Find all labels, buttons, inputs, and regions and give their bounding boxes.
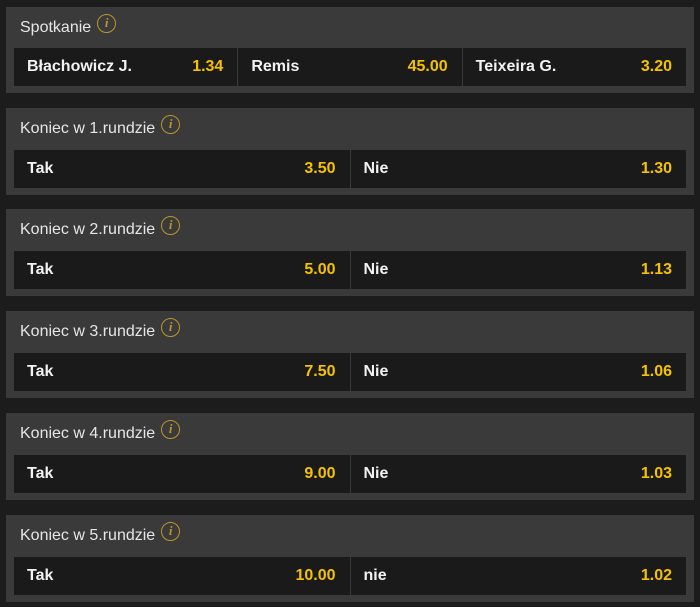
outcome-button-yes[interactable]: Tak 9.00 — [14, 455, 350, 493]
info-icon[interactable]: i — [97, 13, 117, 33]
outcome-odds: 1.06 — [640, 363, 672, 380]
outcome-odds: 45.00 — [407, 58, 448, 75]
outcome-button-yes[interactable]: Tak 10.00 — [14, 557, 350, 595]
info-icon[interactable]: i — [161, 521, 181, 541]
outcome-odds: 10.00 — [295, 567, 336, 584]
outcome-button-no[interactable]: Nie 1.30 — [349, 150, 687, 188]
outcome-name: Tak — [27, 261, 54, 278]
odds-row: Tak 9.00 Nie 1.03 — [14, 455, 686, 493]
outcome-name: Nie — [363, 465, 389, 482]
outcome-odds: 1.13 — [640, 261, 672, 278]
market-end-round-3: Koniec w 3.rundzie i Tak 7.50 Nie 1.06 — [6, 311, 694, 398]
odds-row: Błachowicz J. 1.34 Remis 45.00 Teixeira … — [14, 48, 686, 86]
info-icon[interactable]: i — [161, 114, 181, 134]
info-icon[interactable]: i — [161, 215, 181, 235]
outcome-name: Tak — [27, 567, 54, 584]
odds-row: Tak 10.00 nie 1.02 — [14, 557, 686, 595]
market-match-result: Spotkanie i Błachowicz J. 1.34 Remis 45.… — [6, 7, 694, 93]
market-title: Koniec w 5.rundzie — [20, 527, 156, 544]
outcome-odds: 1.30 — [640, 160, 672, 177]
outcome-button-yes[interactable]: Tak 3.50 — [14, 150, 350, 188]
market-header: Koniec w 3.rundzie i — [6, 311, 694, 353]
outcome-name: Remis — [251, 58, 300, 75]
market-end-round-2: Koniec w 2.rundzie i Tak 5.00 Nie 1.13 — [6, 209, 694, 296]
outcome-odds: 1.34 — [192, 58, 224, 75]
market-header: Koniec w 4.rundzie i — [6, 413, 694, 455]
outcome-name: Tak — [27, 465, 54, 482]
outcome-name: Tak — [27, 363, 54, 380]
outcome-odds: 3.20 — [640, 58, 672, 75]
market-end-round-1: Koniec w 1.rundzie i Tak 3.50 Nie 1.30 — [6, 108, 694, 195]
odds-row: Tak 7.50 Nie 1.06 — [14, 353, 686, 391]
outcome-name: Nie — [363, 160, 389, 177]
outcome-button-no[interactable]: nie 1.02 — [349, 557, 687, 595]
market-end-round-4: Koniec w 4.rundzie i Tak 9.00 Nie 1.03 — [6, 413, 694, 500]
outcome-name: Nie — [363, 363, 389, 380]
market-title: Koniec w 3.rundzie — [20, 323, 156, 340]
market-title: Spotkanie — [20, 19, 92, 36]
outcome-button-home[interactable]: Błachowicz J. 1.34 — [14, 48, 237, 86]
outcome-button-yes[interactable]: Tak 5.00 — [14, 251, 350, 289]
outcome-odds: 7.50 — [304, 363, 336, 380]
outcome-odds: 3.50 — [304, 160, 336, 177]
outcome-odds: 1.02 — [640, 567, 672, 584]
info-icon[interactable]: i — [161, 419, 181, 439]
outcome-odds: 9.00 — [304, 465, 336, 482]
outcome-button-away[interactable]: Teixeira G. 3.20 — [461, 48, 686, 86]
betting-markets: Spotkanie i Błachowicz J. 1.34 Remis 45.… — [0, 0, 700, 607]
market-header: Koniec w 5.rundzie i — [6, 515, 694, 557]
market-title: Koniec w 1.rundzie — [20, 120, 156, 137]
odds-row: Tak 3.50 Nie 1.30 — [14, 150, 686, 188]
info-icon[interactable]: i — [161, 317, 181, 337]
market-header: Koniec w 2.rundzie i — [6, 209, 694, 251]
outcome-name: Tak — [27, 160, 54, 177]
market-header: Spotkanie i — [6, 7, 694, 49]
market-end-round-5: Koniec w 5.rundzie i Tak 10.00 nie 1.02 — [6, 515, 694, 602]
outcome-odds: 1.03 — [640, 465, 672, 482]
outcome-name: Nie — [363, 261, 389, 278]
market-title: Koniec w 4.rundzie — [20, 425, 156, 442]
outcome-button-no[interactable]: Nie 1.03 — [349, 455, 687, 493]
market-title: Koniec w 2.rundzie — [20, 221, 156, 238]
outcome-name: Teixeira G. — [475, 58, 557, 75]
outcome-button-no[interactable]: Nie 1.06 — [349, 353, 687, 391]
outcome-button-draw[interactable]: Remis 45.00 — [237, 48, 461, 86]
outcome-button-no[interactable]: Nie 1.13 — [349, 251, 687, 289]
outcome-odds: 5.00 — [304, 261, 336, 278]
odds-row: Tak 5.00 Nie 1.13 — [14, 251, 686, 289]
outcome-button-yes[interactable]: Tak 7.50 — [14, 353, 350, 391]
outcome-name: Błachowicz J. — [27, 58, 132, 75]
outcome-name: nie — [363, 567, 387, 584]
market-header: Koniec w 1.rundzie i — [6, 108, 694, 150]
